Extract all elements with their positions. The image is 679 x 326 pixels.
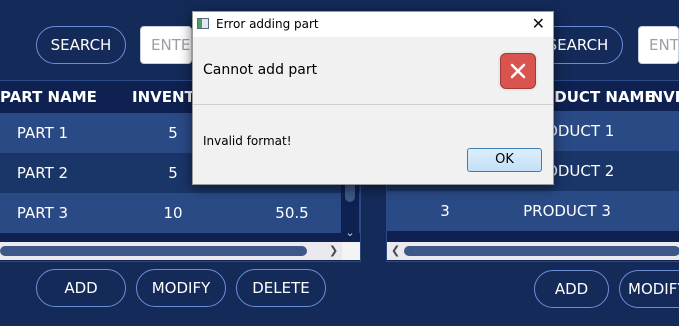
product-name-cell: PRODUCT 3 bbox=[523, 202, 611, 220]
error-dialog: Error adding part ✕ Cannot add part Inva… bbox=[192, 11, 554, 185]
horizontal-scrollbar[interactable]: ❯ bbox=[0, 242, 342, 260]
column-header-part-name[interactable]: PART NAME bbox=[0, 81, 120, 114]
part-name-cell: PART 2 bbox=[16, 164, 69, 182]
dialog-message: Invalid format! bbox=[203, 134, 292, 148]
part-name-cell: PART 3 bbox=[16, 204, 69, 222]
dialog-title-bar[interactable]: Error adding part ✕ bbox=[193, 12, 553, 37]
right-search-input[interactable]: ENT bbox=[638, 26, 679, 64]
table-row[interactable]: PART 3 10 50.5 bbox=[0, 193, 360, 233]
horizontal-scroll-thumb[interactable] bbox=[404, 246, 679, 256]
dialog-title: Error adding part bbox=[216, 17, 319, 31]
scroll-right-icon[interactable]: ❯ bbox=[329, 242, 338, 260]
left-search-input[interactable]: ENTER bbox=[140, 26, 192, 64]
close-icon[interactable]: ✕ bbox=[532, 12, 545, 36]
left-search-button[interactable]: SEARCH bbox=[36, 26, 126, 64]
window-icon bbox=[197, 18, 209, 29]
ok-button[interactable]: OK bbox=[467, 148, 542, 172]
product-id-cell: 3 bbox=[440, 202, 450, 220]
horizontal-scrollbar[interactable]: ❮ bbox=[387, 242, 679, 260]
inventory-cell: 5 bbox=[168, 164, 178, 182]
dialog-header: Cannot add part bbox=[193, 37, 553, 105]
dialog-header-text: Cannot add part bbox=[203, 62, 318, 78]
table-row[interactable]: 3 PRODUCT 3 bbox=[387, 191, 679, 231]
dialog-body: Invalid format! bbox=[193, 105, 553, 184]
inventory-cell: 5 bbox=[168, 124, 178, 142]
price-cell: 50.5 bbox=[275, 204, 309, 222]
modify-product-button[interactable]: MODIFY bbox=[619, 270, 679, 308]
scroll-down-icon[interactable]: ⌄ bbox=[345, 226, 355, 240]
error-icon bbox=[500, 53, 536, 89]
add-part-button[interactable]: ADD bbox=[36, 269, 126, 307]
scrollbar-corner bbox=[342, 242, 360, 260]
part-name-cell: PART 1 bbox=[16, 124, 69, 142]
add-product-button[interactable]: ADD bbox=[534, 270, 609, 308]
inventory-cell: 10 bbox=[163, 204, 183, 222]
column-header-inventory[interactable]: INVE bbox=[645, 81, 679, 114]
scroll-left-icon[interactable]: ❮ bbox=[391, 242, 400, 260]
horizontal-scroll-thumb[interactable] bbox=[0, 246, 307, 256]
delete-part-button[interactable]: DELETE bbox=[236, 269, 326, 307]
modify-part-button[interactable]: MODIFY bbox=[136, 269, 226, 307]
